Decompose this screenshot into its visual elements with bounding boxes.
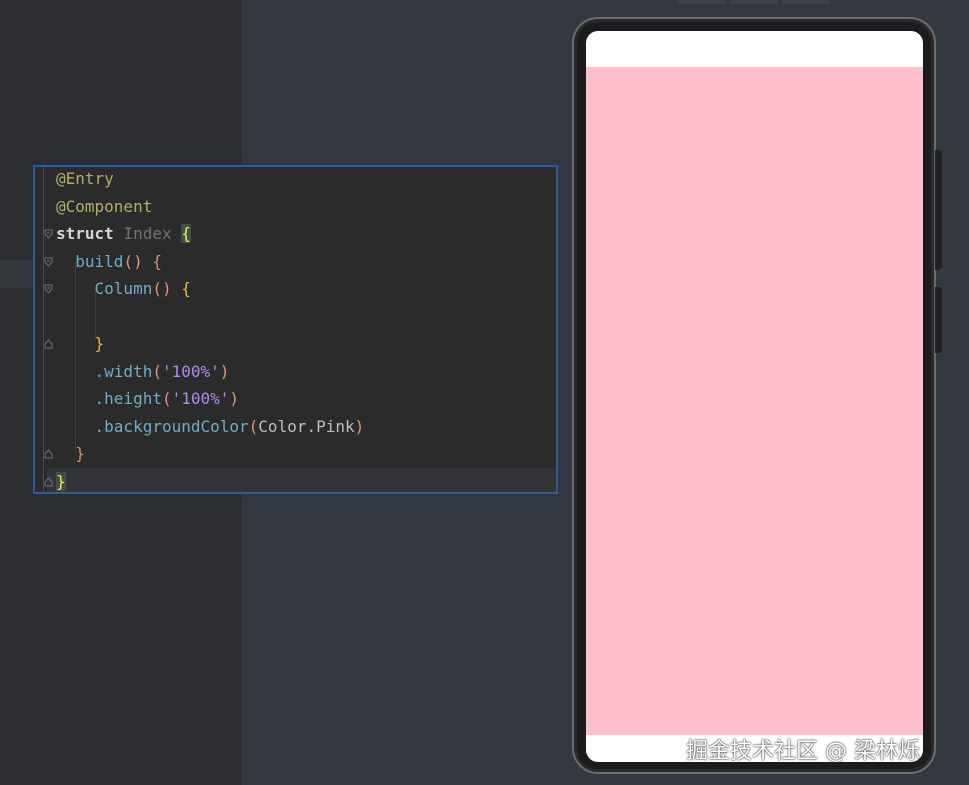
code-line[interactable]: @Entry (56, 167, 114, 192)
code-token: '100%' (171, 389, 230, 408)
code-token: { (181, 224, 191, 243)
toolbar-tab[interactable] (730, 0, 778, 4)
code-token: ) (229, 389, 240, 408)
fold-end-icon[interactable] (44, 339, 53, 349)
device-side-button (935, 150, 942, 270)
code-token: ( (152, 361, 162, 381)
code-token: () (152, 279, 172, 298)
code-token: Index (123, 224, 172, 243)
code-token: struct (56, 224, 114, 243)
code-token: ( (161, 389, 172, 408)
fold-collapse-icon[interactable] (44, 257, 53, 267)
code-line[interactable]: .height('100%') (56, 385, 240, 412)
code-line[interactable]: .width('100%') (56, 358, 230, 385)
code-editor-popup[interactable]: @Entry @Component struct Index { build() {… (33, 165, 558, 494)
code-line[interactable]: } (56, 330, 105, 357)
code-token: ( (248, 416, 259, 436)
code-token: } (75, 444, 85, 463)
code-token: .width (94, 361, 153, 381)
fold-collapse-icon[interactable] (44, 284, 53, 294)
code-line[interactable]: @Component (56, 193, 152, 220)
code-token: Column (94, 279, 153, 298)
code-token: @Component (56, 196, 153, 216)
gutter-divider (43, 167, 44, 492)
code-token: '100%' (161, 361, 220, 381)
fold-end-icon[interactable] (44, 449, 53, 459)
fold-end-icon[interactable] (44, 476, 53, 487)
top-toolbar-stub (678, 0, 830, 4)
code-token: Color.Pink (258, 416, 355, 436)
toolbar-tab[interactable] (782, 0, 830, 4)
fold-collapse-icon[interactable] (44, 229, 53, 239)
code-token: () (123, 251, 143, 271)
code-token: .backgroundColor (94, 416, 249, 436)
code-line[interactable]: } (47, 467, 556, 492)
code-token: { (152, 251, 162, 271)
watermark-text: 掘金技术社区 @ 梁林烁 (686, 739, 920, 764)
code-token: } (94, 334, 105, 353)
toolbar-tab[interactable] (678, 0, 726, 4)
code-line[interactable]: struct Index { (56, 220, 191, 247)
code-token: build (75, 251, 124, 271)
code-line[interactable]: Column() { (56, 275, 191, 302)
code-token: { (181, 279, 191, 298)
code-token: ) (354, 416, 365, 436)
code-token: @Entry (56, 169, 114, 188)
device-screen[interactable] (586, 31, 923, 762)
code-line[interactable]: } (56, 440, 85, 467)
column-preview-area (586, 67, 923, 735)
code-line[interactable]: .backgroundColor(Color.Pink) (56, 413, 365, 440)
code-token: .height (94, 389, 162, 408)
code-token: } (56, 471, 66, 491)
code-token: ) (219, 361, 230, 381)
code-line[interactable]: build() { (56, 248, 162, 275)
device-side-button (935, 287, 942, 353)
